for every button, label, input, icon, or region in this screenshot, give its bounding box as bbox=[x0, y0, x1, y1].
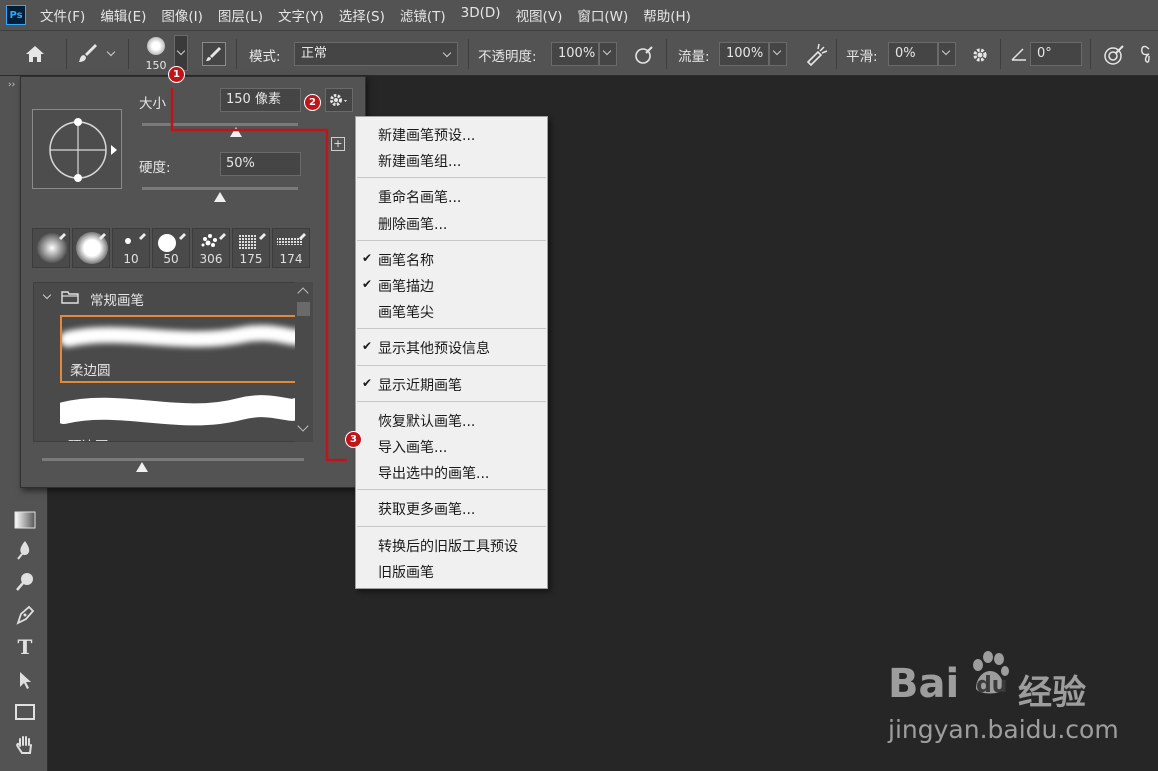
baidu-jingyan-watermark: Bai du 经验 jingyan.baidu.com bbox=[888, 645, 1148, 755]
watermark-brand-du: du bbox=[976, 673, 1008, 698]
watermark-cn: 经验 bbox=[1018, 673, 1086, 713]
watermark-url: jingyan.baidu.com bbox=[888, 715, 1119, 744]
callout-badge-3: 3 bbox=[345, 431, 362, 448]
callout-badge-2: 2 bbox=[304, 94, 321, 111]
callout-badge-1: 1 bbox=[168, 66, 185, 83]
watermark-brand: Bai bbox=[888, 661, 960, 707]
